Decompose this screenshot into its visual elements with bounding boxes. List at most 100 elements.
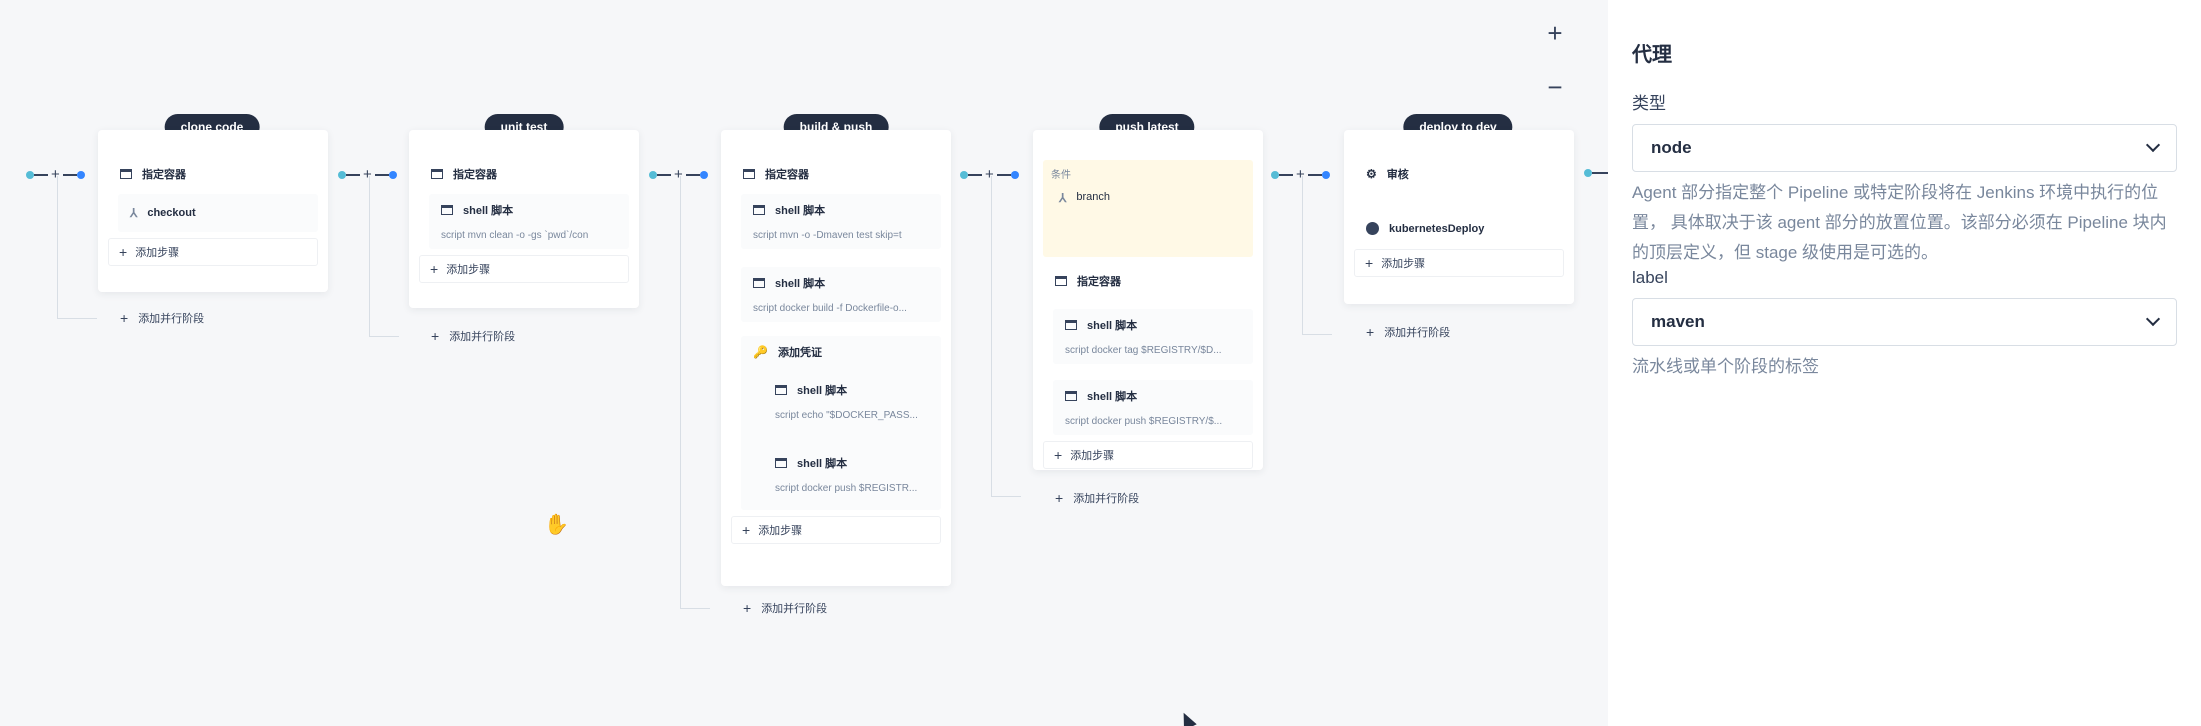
agent-label-select[interactable]: maven (1632, 298, 2177, 346)
step-label: 指定容器 (1077, 276, 1121, 288)
agent-type-help: Agent 部分指定整个 Pipeline 或特定阶段将在 Jenkins 环境… (1632, 183, 2167, 262)
add-parallel-stage-button[interactable]: + 添加并行阶段 (1055, 490, 1139, 506)
step-container[interactable]: 指定容器 (1043, 265, 1253, 297)
connector-dot (26, 171, 34, 179)
add-step-label: 添加步骤 (758, 525, 803, 537)
step-label: shell 脚本 (775, 205, 826, 217)
terminal-icon (753, 278, 765, 288)
step-review[interactable]: ⚙ 审核 (1354, 158, 1564, 202)
hand-cursor-icon: ✋ (544, 514, 569, 536)
step-label: 指定容器 (765, 169, 809, 181)
plus-icon: + (1055, 490, 1064, 506)
plus-icon: + (119, 244, 128, 260)
chevron-down-icon (2145, 137, 2161, 153)
step-shell-script[interactable]: shell 脚本 script docker tag $REGISTRY/$D.… (1053, 309, 1253, 364)
stage-card-unit-test: 指定容器 shell 脚本 script mvn clean -o -gs `p… (409, 130, 639, 308)
zoom-out-button[interactable]: − (1540, 72, 1570, 102)
add-step-button[interactable]: + 添加步骤 (731, 516, 941, 544)
step-script: script docker push $REGISTRY/$... (1065, 416, 1223, 427)
step-label: 审核 (1386, 169, 1409, 181)
plus-icon: + (431, 328, 440, 344)
condition-block[interactable]: 条件 ⅄ branch (1043, 160, 1253, 257)
step-shell-script[interactable]: shell 脚本 script mvn clean -o -gs `pwd`/c… (429, 194, 629, 249)
step-label: shell 脚本 (775, 278, 826, 290)
add-step-label: 添加步骤 (1070, 450, 1115, 462)
container-icon (1055, 276, 1067, 286)
stage-card-push-latest: 条件 ⅄ branch 指定容器 shell 脚本 script docker t… (1033, 130, 1263, 470)
zoom-in-button[interactable]: + (1540, 18, 1570, 48)
add-stage-plus-icon[interactable]: + (360, 167, 375, 182)
terminal-icon (775, 458, 787, 468)
add-stage-plus-icon[interactable]: + (48, 167, 63, 182)
step-shell-script[interactable]: shell 脚本 script docker build -f Dockerfi… (741, 267, 941, 322)
connector-dot (76, 171, 85, 179)
stage-card-clone-code: 指定容器 ⅄ checkout + 添加步骤 (98, 130, 328, 292)
add-parallel-label: 添加并行阶段 (449, 331, 516, 343)
step-checkout[interactable]: ⅄ checkout (118, 194, 318, 232)
stage-connector: + (1271, 167, 1330, 182)
condition-value: branch (1076, 191, 1110, 203)
add-step-button[interactable]: + 添加步骤 (419, 255, 629, 283)
step-label: 指定容器 (142, 169, 186, 181)
step-shell-script[interactable]: shell 脚本 script echo "$DOCKER_PASS... (763, 374, 931, 429)
add-parallel-stage-button[interactable]: + 添加并行阶段 (743, 600, 827, 616)
step-script: script mvn clean -o -gs `pwd`/con (441, 230, 589, 241)
add-parallel-label: 添加并行阶段 (138, 313, 205, 325)
stage-card-build-push: 指定容器 shell 脚本 script mvn -o -Dmaven test… (721, 130, 951, 586)
step-container[interactable]: 指定容器 (108, 158, 318, 190)
add-step-button[interactable]: + 添加步骤 (1354, 249, 1564, 277)
container-icon (120, 169, 132, 179)
step-shell-script[interactable]: shell 脚本 script docker push $REGISTRY/$.… (1053, 380, 1253, 435)
terminal-icon (1065, 391, 1077, 401)
step-script: script mvn -o -Dmaven test skip=t (753, 230, 902, 241)
plus-icon: + (1366, 324, 1375, 340)
agent-type-value: node (1651, 138, 1692, 157)
agent-settings-panel: 代理 类型 node Agent 部分指定整个 Pipeline 或特定阶段将在… (1608, 0, 2201, 726)
terminal-icon (441, 205, 453, 215)
add-parallel-stage-button[interactable]: + 添加并行阶段 (1366, 324, 1450, 340)
step-container[interactable]: 指定容器 (419, 158, 629, 190)
step-script: script docker push $REGISTR... (775, 483, 918, 494)
connector-dot (388, 171, 397, 179)
add-stage-plus-icon[interactable]: + (1293, 167, 1308, 182)
step-shell-script[interactable]: shell 脚本 script docker push $REGISTR... (763, 447, 931, 502)
connector-dot (338, 171, 346, 179)
connector-dot (699, 171, 708, 179)
step-label: shell 脚本 (1087, 320, 1138, 332)
step-shell-script[interactable]: shell 脚本 script mvn -o -Dmaven test skip… (741, 194, 941, 249)
add-step-button[interactable]: + 添加步骤 (108, 238, 318, 266)
add-parallel-stage-button[interactable]: + 添加并行阶段 (431, 328, 515, 344)
terminal-icon (775, 385, 787, 395)
add-stage-plus-icon[interactable]: + (982, 167, 997, 182)
stage-connector: + (338, 167, 397, 182)
plus-icon: + (430, 261, 439, 277)
stage-connector: + (960, 167, 1019, 182)
connector-dot (649, 171, 657, 179)
plus-icon: + (743, 600, 752, 616)
agent-type-select[interactable]: node (1632, 124, 2177, 172)
add-step-button[interactable]: + 添加步骤 (1043, 441, 1253, 469)
connector-dot (1584, 169, 1592, 177)
step-label: kubernetesDeploy (1389, 222, 1485, 235)
condition-label: 条件 (1051, 170, 1071, 181)
branch-icon: ⅄ (1059, 191, 1067, 205)
plus-icon: + (1365, 255, 1374, 271)
add-parallel-stage-button[interactable]: + 添加并行阶段 (120, 310, 204, 326)
add-stage-plus-icon[interactable]: + (671, 167, 686, 182)
step-script: script docker build -f Dockerfile-o... (753, 303, 907, 314)
add-step-label: 添加步骤 (135, 247, 180, 259)
agent-label-value: maven (1651, 312, 1705, 331)
plus-icon: + (1054, 447, 1063, 463)
step-with-credential[interactable]: 🔑 添加凭证 shell 脚本 script echo "$DOCKER_PASS… (741, 336, 941, 510)
stage-card-deploy-to-dev: ⚙ 审核 kubernetesDeploy + 添加步骤 (1344, 130, 1574, 304)
connector-dot (960, 171, 968, 179)
step-container[interactable]: 指定容器 (731, 158, 941, 190)
step-kubernetes-deploy[interactable]: kubernetesDeploy (1354, 214, 1564, 243)
container-icon (743, 169, 755, 179)
review-icon: ⚙ (1366, 167, 1377, 181)
plus-icon: + (120, 310, 129, 326)
pipeline-canvas[interactable]: + − + + + + + clone code 指定容器 ⅄ checkout … (0, 0, 1608, 726)
connector-dot (1271, 171, 1279, 179)
connector-dot (1321, 171, 1330, 179)
branch-icon: ⅄ (130, 206, 138, 220)
